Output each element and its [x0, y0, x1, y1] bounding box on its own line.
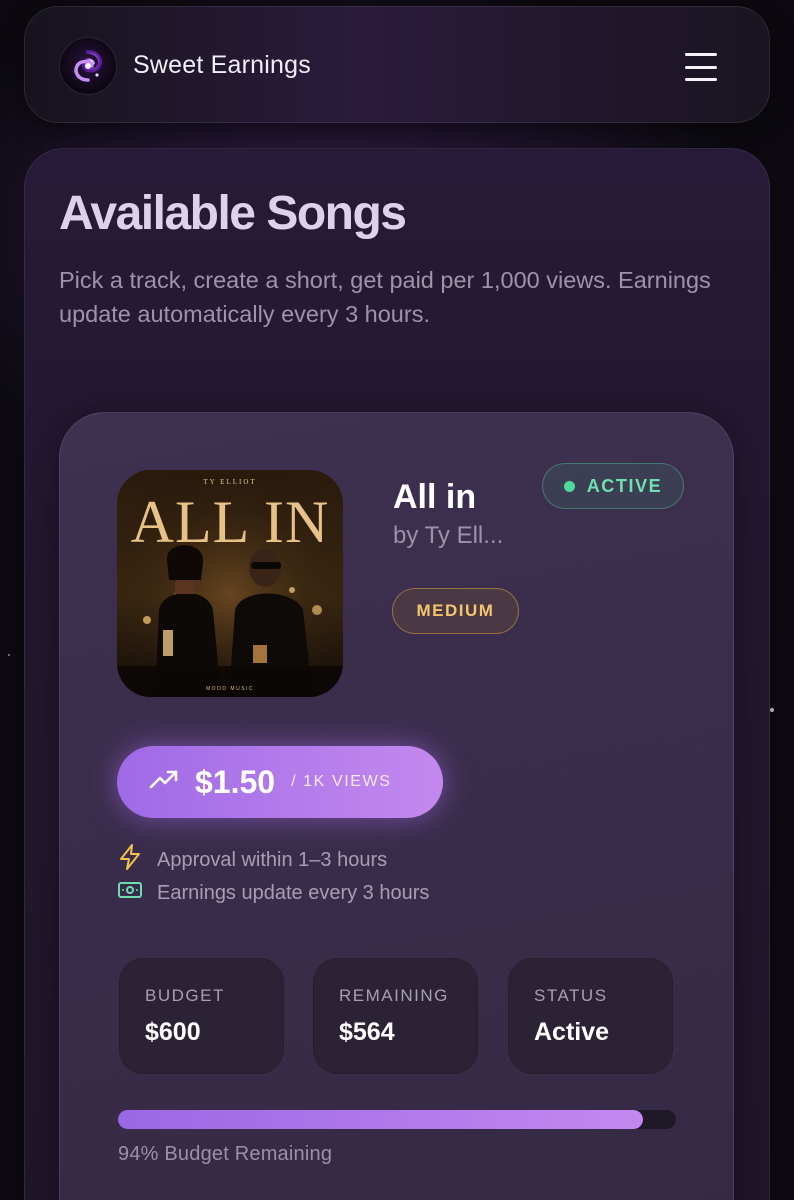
page: Sweet Earnings Available Songs Pick a tr…	[0, 0, 794, 1200]
status-value: Active	[534, 1018, 610, 1046]
status-badge: ACTIVE	[542, 463, 684, 509]
status-stat: STATUS Active	[507, 957, 674, 1075]
rate-pill[interactable]: $1.50 / 1K VIEWS	[117, 746, 443, 818]
album-cover[interactable]: TY ELLIOT ALL IN MOOD MUSIC	[117, 470, 343, 697]
remaining-label: REMAINING	[339, 986, 449, 1005]
budget-progress-bar	[118, 1110, 676, 1129]
rate-value: $1.50	[195, 763, 276, 800]
song-title[interactable]: All in	[393, 478, 476, 517]
budget-stat: BUDGET $600	[118, 957, 285, 1075]
budget-progress-fill	[118, 1110, 643, 1129]
budget-progress-label: 94% Budget Remaining	[118, 1143, 333, 1165]
trending-up-icon	[149, 769, 179, 795]
menu-line	[685, 78, 717, 81]
brand-name[interactable]: Sweet Earnings	[133, 51, 311, 80]
hamburger-menu-icon[interactable]	[683, 49, 719, 85]
status-label: STATUS	[534, 986, 608, 1005]
approval-text: Approval within 1–3 hours	[157, 848, 388, 871]
top-navbar: Sweet Earnings	[24, 6, 770, 123]
earnings-update-info: Earnings update every 3 hours	[117, 879, 429, 907]
status-badge-label: ACTIVE	[586, 475, 663, 496]
song-artist: by Ty Ell...	[393, 522, 504, 549]
scroll-indicator	[770, 708, 774, 712]
menu-line	[685, 65, 717, 69]
cover-title-text: ALL IN	[131, 489, 330, 555]
remaining-value: $564	[339, 1018, 395, 1046]
scroll-indicator	[8, 654, 10, 656]
lightning-icon	[117, 843, 143, 877]
menu-line	[685, 53, 717, 56]
rate-unit: / 1K VIEWS	[291, 773, 392, 790]
approval-info: Approval within 1–3 hours	[117, 843, 387, 877]
budget-value: $600	[145, 1018, 201, 1046]
page-title: Available Songs	[59, 187, 407, 240]
cover-artist-text: TY ELLIOT	[203, 478, 256, 486]
budget-label: BUDGET	[145, 986, 225, 1005]
swirl-logo-icon[interactable]	[59, 37, 117, 95]
cash-icon	[117, 879, 143, 907]
earnings-update-text: Earnings update every 3 hours	[157, 881, 430, 904]
cover-label-text: MOOD MUSIC	[206, 686, 254, 692]
difficulty-badge: MEDIUM	[392, 588, 519, 634]
active-dot-icon	[563, 480, 575, 492]
remaining-stat: REMAINING $564	[312, 957, 479, 1075]
page-subtitle: Pick a track, create a short, get paid p…	[59, 267, 711, 327]
